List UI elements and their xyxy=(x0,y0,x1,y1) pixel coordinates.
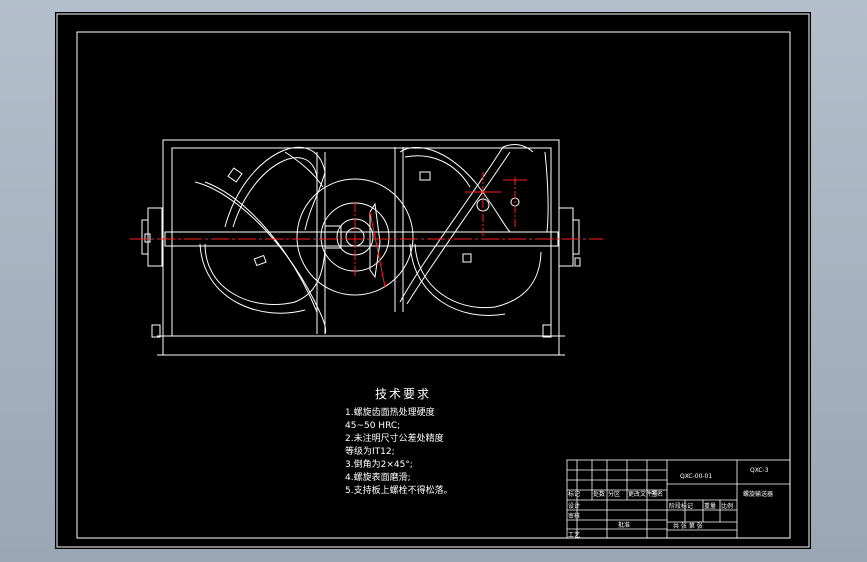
tb-label-weight: 重量 xyxy=(704,502,716,510)
tech-req-line: 1.螺旋齿面热处理硬度 xyxy=(345,408,435,418)
tech-req-title: 技术要求 xyxy=(375,387,432,401)
tech-req-line: 3.倒角为2×45°; xyxy=(345,460,413,470)
title-block-text: QXC-00-01 QXC-3 螺旋输送器 标记 处数 分区 更改文件号 签名 … xyxy=(568,467,773,539)
tb-label-stage: 阶段标记 xyxy=(669,502,693,510)
drawing-name: 螺旋输送器 xyxy=(743,490,773,498)
tech-req-line: 等级为IT12; xyxy=(345,447,395,457)
tb-label-zone: 分区 xyxy=(608,490,620,498)
technical-requirements: 技术要求 1.螺旋齿面热处理硬度 45~50 HRC; 2.未注明尺寸公差处精度… xyxy=(345,388,453,498)
tb-label-mark: 标记 xyxy=(568,490,580,498)
tech-req-line: 2.未注明尺寸公差处精度 xyxy=(345,434,444,444)
right-auger-flight xyxy=(394,144,549,316)
cad-viewport: QXC-00-01 QXC-3 螺旋输送器 标记 处数 分区 更改文件号 签名 … xyxy=(0,0,867,562)
drawing-mark: QXC-3 xyxy=(750,467,769,474)
tech-req-line: 5.支持板上螺栓不得松落。 xyxy=(345,486,453,496)
drawing-number: QXC-00-01 xyxy=(680,473,712,480)
drawing-sheet: QXC-00-01 QXC-3 螺旋输送器 标记 处数 分区 更改文件号 签名 … xyxy=(55,12,811,549)
tech-req-line: 4.螺旋表面磨滑; xyxy=(345,473,411,483)
tb-label-design: 设计 xyxy=(568,502,580,510)
tb-label-sign: 签名 xyxy=(651,490,663,498)
auger-housing xyxy=(141,139,581,356)
tb-label-review: 审核 xyxy=(568,512,580,520)
tb-label-sheet: 共 张 第 张 xyxy=(673,522,703,530)
tech-req-line: 45~50 HRC; xyxy=(345,421,401,431)
left-auger-flight xyxy=(194,146,327,335)
tb-label-process: 工艺 xyxy=(568,531,580,539)
tb-label-count: 处数 xyxy=(593,490,605,498)
centerlines xyxy=(130,172,603,288)
tb-label-scale: 比例 xyxy=(721,502,733,510)
tb-label-approve: 批准 xyxy=(618,521,630,529)
